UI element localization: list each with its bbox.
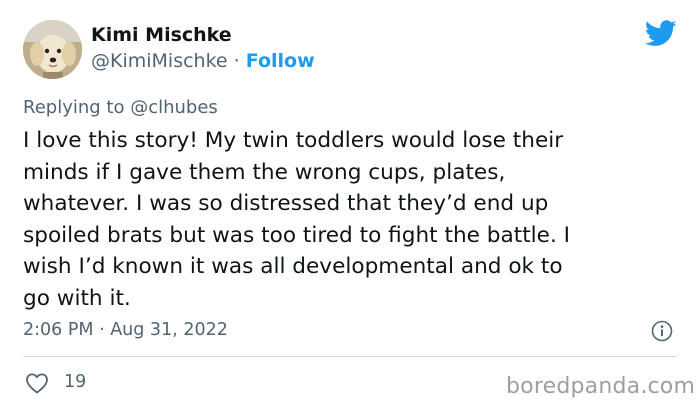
tweet-line: I love this story! My twin toddlers woul…: [23, 128, 564, 153]
tweet-line: whatever. I was so distressed that they’…: [23, 191, 549, 216]
replying-prefix: Replying to: [23, 97, 125, 118]
tweet-line: spoiled brats but was too tired to fight…: [23, 222, 571, 248]
tweet-text: I love this story! My twin toddlers woul…: [23, 125, 683, 314]
handle-separator: ·: [233, 50, 240, 72]
replying-to: Replying to @clhubes: [23, 97, 218, 118]
divider: [23, 356, 677, 357]
tweet-line: go with it.: [23, 285, 131, 311]
avatar[interactable]: [23, 20, 82, 79]
author-handle-row: @KimiMischke · Follow: [91, 50, 315, 72]
tweet-line: minds if I gave them the wrong cups, pla…: [23, 159, 506, 185]
heart-icon[interactable]: [25, 372, 49, 394]
tweet-line: wish I’d known it was all developmental …: [23, 254, 563, 279]
follow-button[interactable]: Follow: [246, 50, 315, 72]
dog-avatar-icon: [23, 20, 82, 79]
watermark: boredpanda.com: [506, 374, 696, 399]
info-icon[interactable]: [651, 320, 673, 342]
author-name[interactable]: Kimi Mischke: [91, 24, 232, 46]
like-count: 19: [64, 372, 87, 392]
author-handle[interactable]: @KimiMischke: [91, 50, 228, 72]
tweet-timestamp[interactable]: 2:06 PM · Aug 31, 2022: [23, 320, 228, 340]
reply-mention-link[interactable]: @clhubes: [130, 97, 218, 118]
twitter-bird-icon[interactable]: [644, 20, 677, 47]
